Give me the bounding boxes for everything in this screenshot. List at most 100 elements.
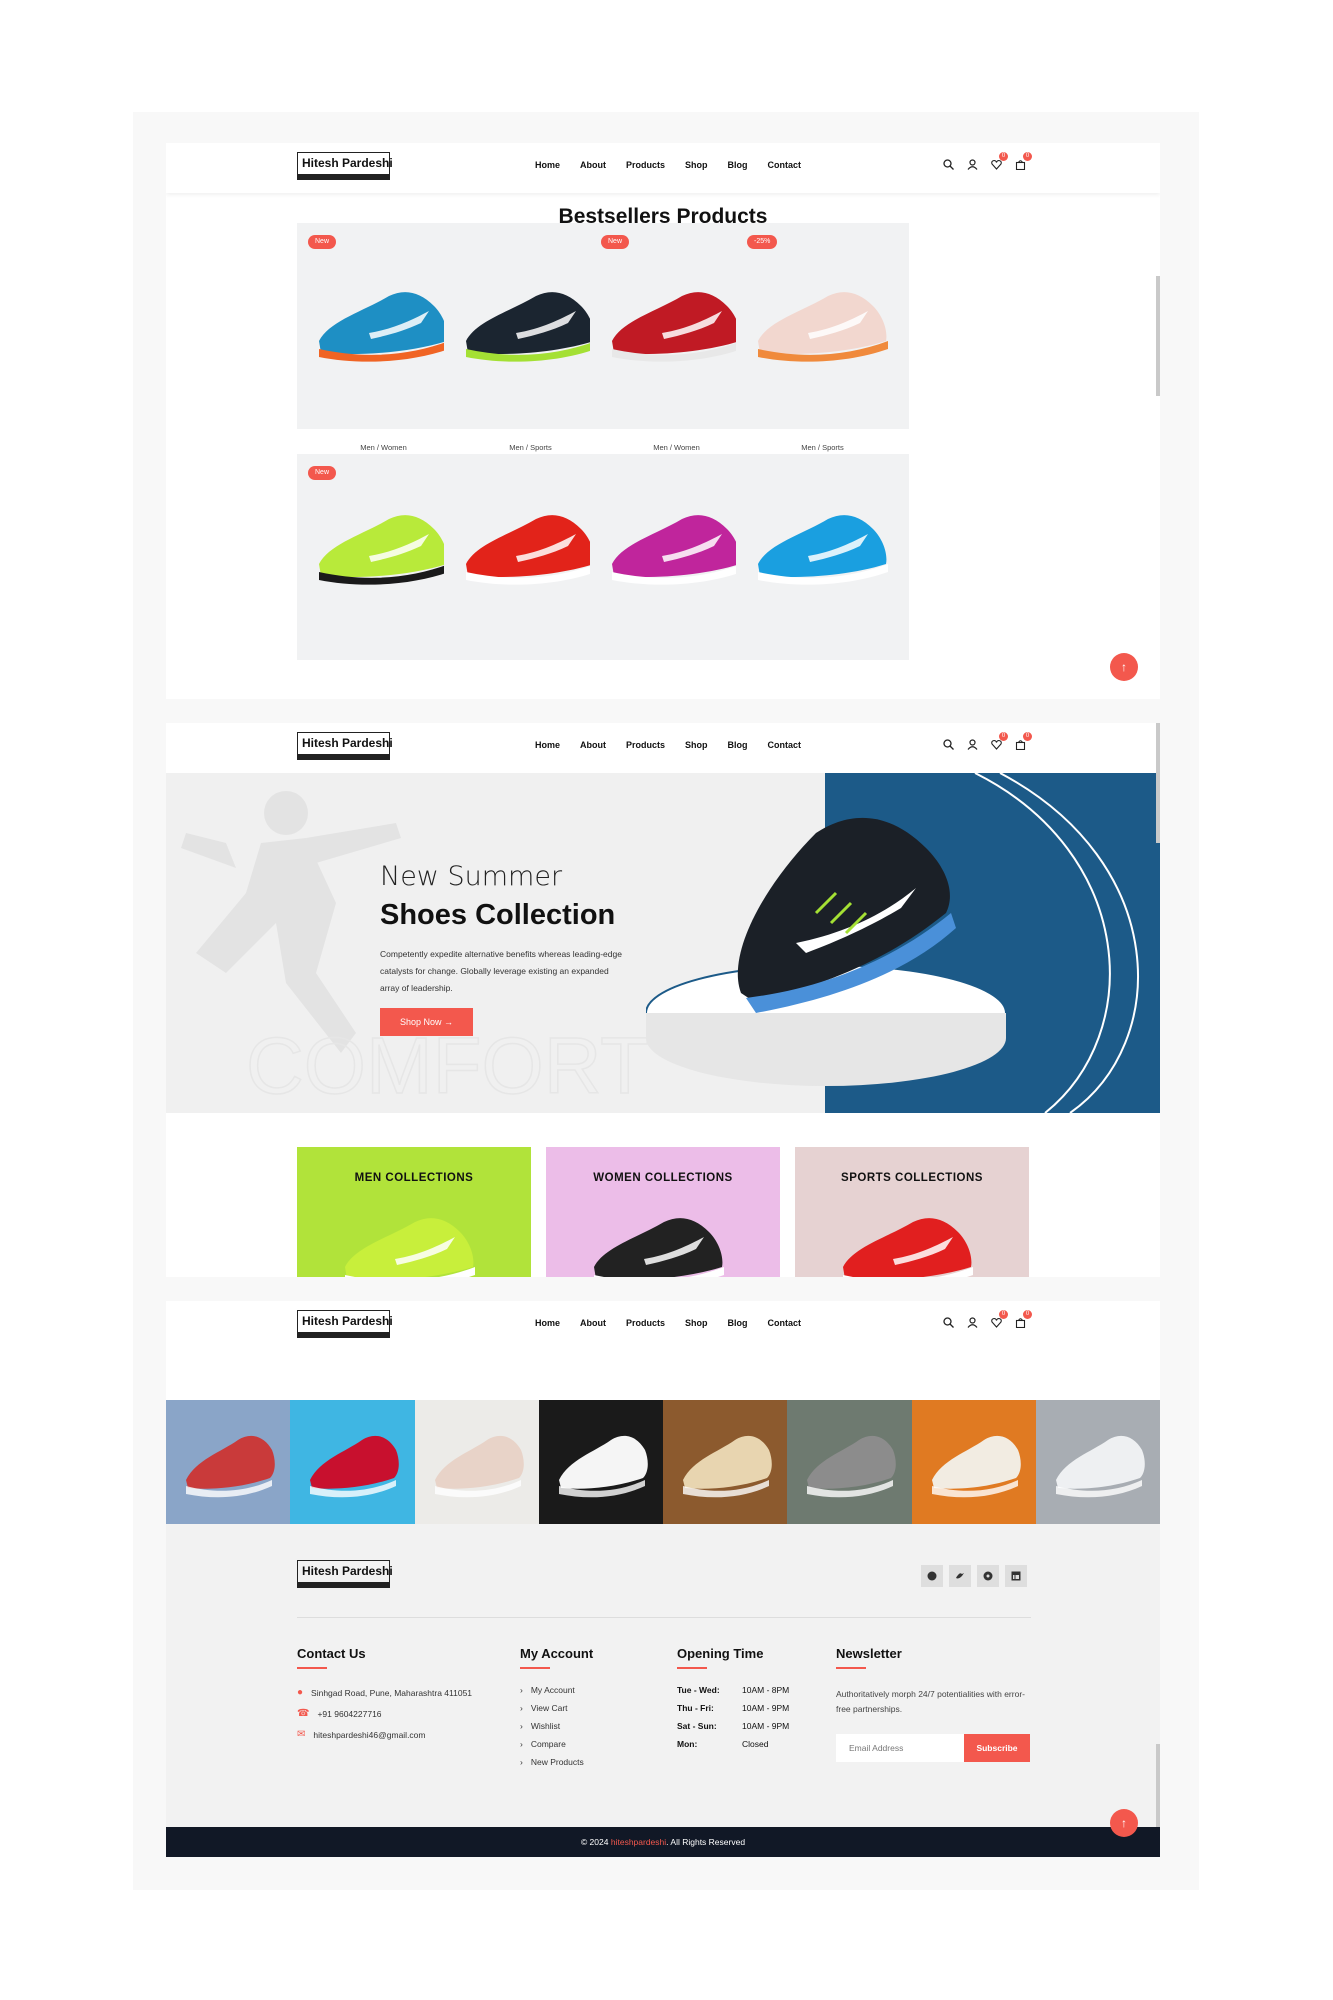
collection-card[interactable]: SPORTS COLLECTIONS [795, 1147, 1029, 1277]
account-link[interactable]: › Compare [520, 1739, 593, 1749]
account-link[interactable]: › Wishlist [520, 1721, 593, 1731]
gallery-image[interactable] [663, 1400, 788, 1524]
site-logo[interactable]: Hitesh Pardeshi [297, 732, 393, 760]
mail-icon: ✉ [297, 1729, 306, 1740]
contact-phone[interactable]: +91 9604227716 [317, 1709, 381, 1719]
footer-logo[interactable]: Hitesh Pardeshi [297, 1560, 393, 1588]
subscribe-button[interactable]: Subscribe [964, 1734, 1030, 1762]
scroll-top-button[interactable]: ↑ [1110, 1809, 1138, 1837]
gallery-image[interactable] [787, 1400, 912, 1524]
social-links [921, 1565, 1027, 1587]
nav-link-blog[interactable]: Blog [728, 1318, 748, 1328]
nav-link-shop[interactable]: Shop [685, 1318, 708, 1328]
header-icons: 00 [941, 1310, 1032, 1329]
gallery-image[interactable] [538, 1400, 663, 1524]
site-logo[interactable]: Hitesh Pardeshi [297, 152, 393, 180]
opening-time: 10AM - 9PM [742, 1721, 790, 1731]
opening-row: Mon: Closed [677, 1739, 789, 1749]
nav-link-about[interactable]: About [580, 1318, 606, 1328]
nav-link-home[interactable]: Home [535, 1318, 560, 1328]
hero-description: Competently expedite alternative benefit… [380, 949, 622, 993]
product-image[interactable] [736, 454, 909, 660]
shoe-image [748, 494, 898, 609]
cart-icon[interactable]: 0 [1013, 1310, 1032, 1329]
search-icon[interactable] [941, 1315, 955, 1329]
account-link[interactable]: › New Products [520, 1757, 593, 1767]
facebook-icon[interactable] [921, 1565, 943, 1587]
newsletter-column: Newsletter Authoritatively morph 24/7 po… [836, 1646, 1036, 1762]
product-card[interactable]: -25%Men / SportsAir Jordan 7 RetroRs 7,4… [736, 223, 909, 485]
shoe-image [456, 271, 606, 386]
main-nav: Home About Products Shop Blog Contact [535, 1318, 801, 1328]
nav-link-products[interactable]: Products [626, 160, 665, 170]
scrollbar[interactable] [1156, 276, 1160, 396]
scrollbar[interactable] [1156, 723, 1160, 843]
wishlist-count: 0 [999, 1310, 1008, 1319]
copyright-link[interactable]: hiteshpardeshi [611, 1837, 666, 1847]
nav-link-blog[interactable]: Blog [728, 740, 748, 750]
nav-link-home[interactable]: Home [535, 160, 560, 170]
shoe-image [748, 271, 898, 386]
opening-time: 10AM - 9PM [742, 1703, 790, 1713]
location-icon: ● [297, 1687, 304, 1698]
hero-title: Shoes Collection [380, 899, 616, 931]
account-link[interactable]: › View Cart [520, 1703, 593, 1713]
product-category[interactable]: Men / Sports [736, 443, 909, 452]
pinterest-icon[interactable] [977, 1565, 999, 1587]
nav-link-contact[interactable]: Contact [768, 160, 802, 170]
nav-link-about[interactable]: About [580, 740, 606, 750]
wishlist-icon[interactable]: 0 [989, 1310, 1008, 1329]
main-nav: Home About Products Shop Blog Contact [535, 740, 801, 750]
account-link[interactable]: › My Account [520, 1685, 593, 1695]
contact-email[interactable]: hiteshpardeshi46@gmail.com [313, 1730, 425, 1740]
chevron-right-icon: › [520, 1703, 523, 1713]
collection-card[interactable]: WOMEN COLLECTIONS [546, 1147, 780, 1277]
account-link-label: My Account [530, 1685, 575, 1695]
contact-heading: Contact Us [297, 1646, 472, 1669]
email-input[interactable]: Email Address [836, 1734, 964, 1762]
nav-link-contact[interactable]: Contact [768, 1318, 802, 1328]
product-card[interactable] [736, 454, 909, 660]
gallery-image[interactable] [166, 1400, 291, 1524]
collection-card[interactable]: MEN COLLECTIONS [297, 1147, 531, 1277]
collection-label: SPORTS COLLECTIONS [841, 1172, 983, 1184]
cart-icon[interactable]: 0 [1013, 732, 1032, 751]
cart-icon[interactable]: 0 [1013, 152, 1032, 171]
scroll-top-button[interactable]: ↑ [1110, 653, 1138, 681]
product-image[interactable]: -25% [736, 223, 909, 429]
chevron-right-icon: › [520, 1757, 523, 1767]
nav-link-contact[interactable]: Contact [768, 740, 802, 750]
gallery-image[interactable] [290, 1400, 415, 1524]
twitter-icon[interactable] [949, 1565, 971, 1587]
opening-day: Sat - Sun: [677, 1721, 717, 1731]
user-icon[interactable] [965, 1315, 979, 1329]
nav-link-shop[interactable]: Shop [685, 160, 708, 170]
search-icon[interactable] [941, 157, 955, 171]
nav-link-home[interactable]: Home [535, 740, 560, 750]
nav-link-products[interactable]: Products [626, 1318, 665, 1328]
product-tag: New [601, 235, 630, 249]
nav-link-blog[interactable]: Blog [728, 160, 748, 170]
wishlist-icon[interactable]: 0 [989, 152, 1008, 171]
account-link-label: Compare [530, 1739, 566, 1749]
shoe-image [309, 494, 459, 609]
gallery-image[interactable] [1035, 1400, 1160, 1524]
nav-link-about[interactable]: About [580, 160, 606, 170]
gallery-image[interactable] [911, 1400, 1036, 1524]
cart-count: 0 [1023, 152, 1032, 161]
copyright-bar: © 2024 hiteshpardeshi. All Rights Reserv… [166, 1827, 1160, 1857]
nav-link-shop[interactable]: Shop [685, 740, 708, 750]
hero-subtitle: New Summer [380, 861, 563, 892]
user-icon[interactable] [965, 157, 979, 171]
gallery-image[interactable] [414, 1400, 539, 1524]
search-icon[interactable] [941, 737, 955, 751]
contact-column: Contact Us ● Sinhgad Road, Pune, Maharash… [297, 1646, 472, 1740]
hero-screen: Hitesh Pardeshi Home About Products Shop Blog… [166, 723, 1160, 1277]
nav-link-products[interactable]: Products [626, 740, 665, 750]
account-heading: My Account [520, 1646, 593, 1669]
site-logo[interactable]: Hitesh Pardeshi [297, 1310, 393, 1338]
shop-now-button[interactable]: Shop Now → [380, 1008, 473, 1036]
linkedin-icon[interactable] [1005, 1565, 1027, 1587]
wishlist-icon[interactable]: 0 [989, 732, 1008, 751]
user-icon[interactable] [965, 737, 979, 751]
